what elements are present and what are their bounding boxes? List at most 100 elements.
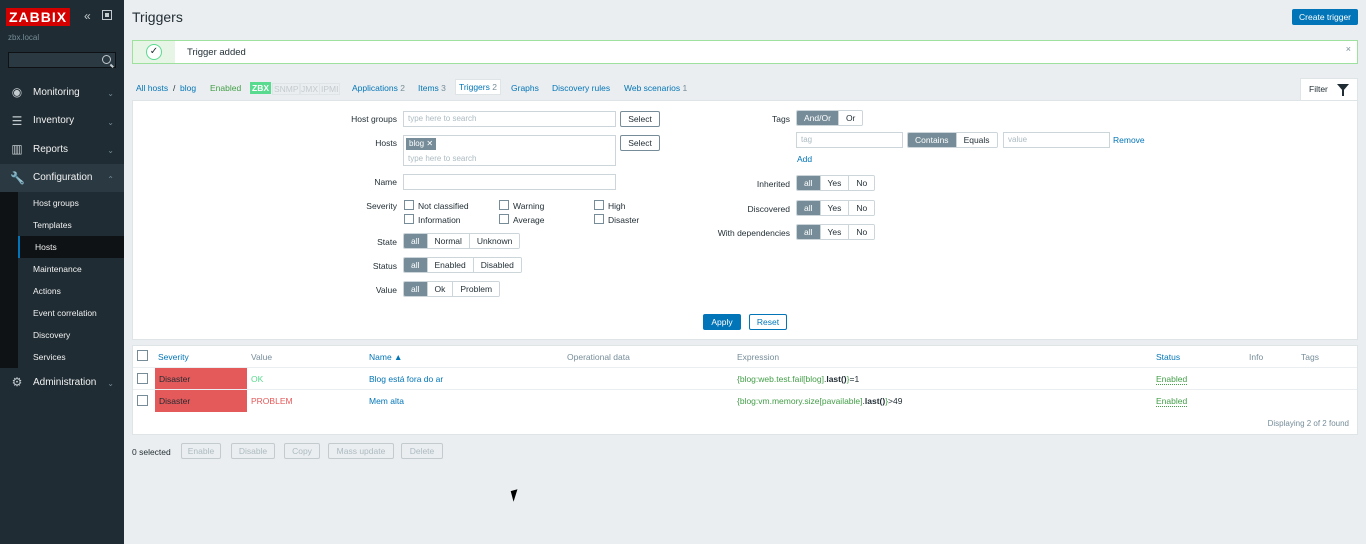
state-option-all[interactable]: all	[404, 234, 427, 248]
table-footer-count: Displaying 2 of 2 found	[1267, 419, 1349, 428]
create-trigger-button[interactable]: Create trigger	[1292, 9, 1358, 25]
inherited-option-no[interactable]: No	[848, 176, 875, 190]
tag-operator-contains[interactable]: Contains	[908, 133, 956, 147]
delete-button[interactable]: Delete	[401, 443, 443, 459]
value-option-all[interactable]: all	[404, 282, 427, 296]
row-checkbox[interactable]	[137, 373, 148, 384]
value-option-problem[interactable]: Problem	[452, 282, 500, 296]
menu-item-administration[interactable]: ⚙ Administration ⌄	[0, 368, 124, 397]
jmx-availability-badge: JMX	[299, 83, 320, 95]
status-toggle-link[interactable]: Enabled	[1156, 374, 1188, 385]
tab-items[interactable]: Items 3	[418, 83, 446, 93]
status-option-all[interactable]: all	[404, 258, 427, 272]
reset-button[interactable]: Reset	[749, 314, 787, 330]
dependencies-option-all[interactable]: all	[797, 225, 820, 239]
severity-checkbox[interactable]	[499, 214, 509, 224]
menu-item-reports[interactable]: ▥ Reports ⌄	[0, 135, 124, 164]
inherited-option-all[interactable]: all	[797, 176, 820, 190]
breadcrumb-all-hosts[interactable]: All hosts	[136, 83, 168, 93]
sidebar-search-input[interactable]	[8, 52, 116, 68]
tab-web-scenarios[interactable]: Web scenarios 1	[624, 83, 687, 93]
submenu-maintenance[interactable]: Maintenance	[18, 258, 124, 280]
submenu-discovery[interactable]: Discovery	[18, 324, 124, 346]
tags-option-or[interactable]: Or	[837, 111, 863, 125]
filter-tab[interactable]: Filter	[1300, 78, 1358, 100]
close-icon[interactable]: ✕	[426, 139, 433, 148]
tag-value-input[interactable]: value	[1003, 132, 1110, 148]
menu-item-configuration[interactable]: 🔧 Configuration ⌃	[0, 163, 124, 192]
close-icon[interactable]: ×	[1346, 44, 1351, 54]
name-input[interactable]	[403, 174, 616, 190]
tab-graphs[interactable]: Graphs	[511, 83, 539, 93]
column-header-name[interactable]: Name ▲	[369, 352, 402, 362]
submenu-services[interactable]: Services	[18, 346, 124, 368]
dependencies-option-yes[interactable]: Yes	[819, 225, 849, 239]
submenu-host-groups[interactable]: Host groups	[18, 192, 124, 214]
tag-name-input[interactable]: tag	[796, 132, 903, 148]
configuration-submenu: Host groups Templates Hosts Maintenance …	[0, 192, 124, 368]
state-option-normal[interactable]: Normal	[426, 234, 469, 248]
severity-checkbox[interactable]	[404, 200, 414, 210]
hosts-multiselect[interactable]: blog ✕ type here to search	[403, 135, 616, 166]
host-groups-input[interactable]: type here to search	[403, 111, 616, 127]
tags-option-and-or[interactable]: And/Or	[797, 111, 838, 125]
severity-option-label: Warning	[513, 201, 545, 211]
submenu-event-correlation[interactable]: Event correlation	[18, 302, 124, 324]
apply-button[interactable]: Apply	[703, 314, 741, 330]
state-option-unknown[interactable]: Unknown	[468, 234, 520, 248]
discovered-option-no[interactable]: No	[848, 201, 875, 215]
host-groups-select-button[interactable]: Select	[620, 111, 660, 127]
mass-actions-bar: 0 selected Enable Disable Copy Mass upda…	[124, 443, 824, 461]
submenu-templates[interactable]: Templates	[18, 214, 124, 236]
zabbix-logo[interactable]: ZABBIX	[6, 8, 71, 26]
breadcrumb-host[interactable]: blog	[180, 83, 196, 93]
severity-checkbox[interactable]	[594, 214, 604, 224]
add-tag-link[interactable]: Add	[797, 154, 812, 164]
status-option-disabled[interactable]: Disabled	[472, 258, 521, 272]
double-chevron-left-icon[interactable]: «	[84, 10, 91, 22]
severity-option-label: High	[608, 201, 626, 211]
expression-item-link[interactable]: {blog:web.test.fail[blog]	[737, 374, 824, 384]
disable-button[interactable]: Disable	[231, 443, 275, 459]
severity-checkbox[interactable]	[594, 200, 604, 210]
column-header-status[interactable]: Status	[1156, 352, 1180, 362]
tag-operator-equals[interactable]: Equals	[955, 133, 997, 147]
copy-button[interactable]: Copy	[284, 443, 320, 459]
severity-checkbox[interactable]	[404, 214, 414, 224]
value-option-ok[interactable]: Ok	[426, 282, 453, 296]
tab-triggers[interactable]: Triggers 2	[455, 79, 501, 95]
select-all-checkbox[interactable]	[137, 350, 148, 361]
host-chip[interactable]: blog ✕	[406, 138, 437, 150]
inherited-option-yes[interactable]: Yes	[819, 176, 849, 190]
menu-item-inventory[interactable]: ☰ Inventory ⌄	[0, 107, 124, 136]
expression-function: last()	[864, 396, 886, 406]
trigger-name-link[interactable]: Mem alta	[369, 396, 404, 406]
trigger-name-link[interactable]: Blog está fora do ar	[369, 374, 443, 384]
page-title: Triggers	[132, 9, 183, 25]
status-toggle-link[interactable]: Enabled	[1156, 396, 1188, 407]
status-option-enabled[interactable]: Enabled	[426, 258, 473, 272]
kiosk-mode-icon[interactable]	[102, 10, 112, 20]
tab-discovery-rules[interactable]: Discovery rules	[552, 83, 610, 93]
discovered-option-all[interactable]: all	[797, 201, 820, 215]
row-checkbox[interactable]	[137, 395, 148, 406]
expression-item-link[interactable]: {blog:vm.memory.size[pavailable]	[737, 396, 863, 406]
host-status-enabled[interactable]: Enabled	[210, 83, 241, 93]
column-header-severity[interactable]: Severity	[158, 352, 189, 362]
dependencies-option-no[interactable]: No	[848, 225, 875, 239]
submenu-actions[interactable]: Actions	[18, 280, 124, 302]
enable-button[interactable]: Enable	[181, 443, 221, 459]
check-circle-icon: ✓	[146, 44, 162, 60]
remove-tag-link[interactable]: Remove	[1113, 135, 1145, 145]
mass-update-button[interactable]: Mass update	[328, 443, 394, 459]
tab-count: 1	[682, 83, 688, 93]
submenu-hosts[interactable]: Hosts	[18, 236, 124, 258]
menu-item-monitoring[interactable]: ◉ Monitoring ⌄	[0, 78, 124, 107]
severity-checkbox[interactable]	[499, 200, 509, 210]
search-icon[interactable]	[102, 55, 111, 64]
hosts-select-button[interactable]: Select	[620, 135, 660, 151]
chevron-down-icon: ⌄	[107, 146, 114, 155]
tab-applications[interactable]: Applications 2	[352, 83, 405, 93]
eye-icon: ◉	[11, 85, 23, 100]
discovered-option-yes[interactable]: Yes	[819, 201, 849, 215]
